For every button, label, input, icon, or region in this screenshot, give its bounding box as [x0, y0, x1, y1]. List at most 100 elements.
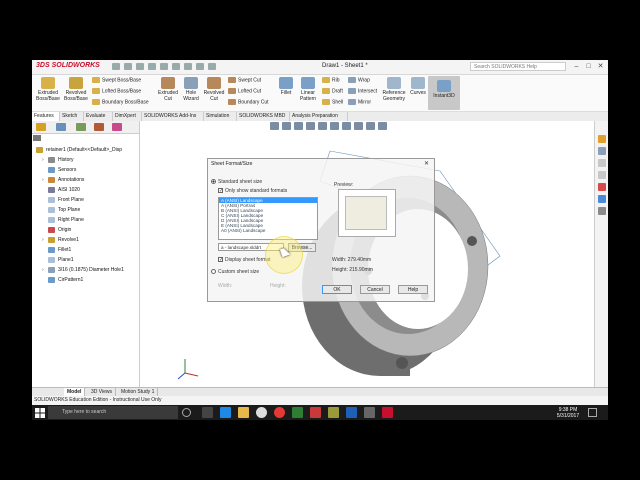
help-search-input[interactable]: Search SOLIDWORKS Help: [470, 62, 566, 71]
draft-button[interactable]: Draft: [322, 88, 343, 94]
standard-size-radio[interactable]: Standard sheet size: [211, 179, 262, 185]
file-explorer-icon[interactable]: [598, 159, 606, 167]
dialog-close-icon[interactable]: ✕: [424, 160, 429, 167]
notifications-icon[interactable]: [588, 408, 597, 417]
boundary-cut-button[interactable]: Boundary Cut: [228, 99, 269, 105]
tab-analysis-preparation[interactable]: Analysis Preparation: [290, 112, 348, 121]
microphone-icon[interactable]: [182, 408, 191, 417]
restore-icon[interactable]: □: [584, 62, 593, 71]
tab-features[interactable]: Features: [32, 112, 60, 121]
instant3d-button[interactable]: Instant3D: [428, 76, 460, 110]
linear-pattern-button[interactable]: Linear Pattern: [296, 77, 320, 102]
ok-button[interactable]: OK: [322, 285, 352, 294]
app-icon-2[interactable]: [328, 407, 339, 418]
view-palette-icon[interactable]: [598, 171, 606, 179]
app-icon[interactable]: [310, 407, 321, 418]
extruded-boss-button[interactable]: Extruded Boss/Base: [34, 77, 62, 102]
excel-icon[interactable]: [292, 407, 303, 418]
tree-item-hole1[interactable]: › 3/16 (0.1875) Diameter Hole1: [42, 265, 124, 275]
tab-evaluate[interactable]: Evaluate: [84, 112, 113, 121]
select-icon[interactable]: [184, 63, 192, 70]
swept-boss-button[interactable]: Swept Boss/Base: [92, 77, 141, 83]
tree-item-top-plane[interactable]: Top Plane: [42, 205, 80, 215]
shell-button[interactable]: Shell: [322, 99, 343, 105]
minimize-icon[interactable]: –: [572, 62, 581, 71]
tree-item-history[interactable]: › History: [42, 155, 74, 165]
options-icon[interactable]: [208, 63, 216, 70]
rib-button[interactable]: Rib: [322, 77, 340, 83]
design-library-icon[interactable]: [598, 147, 606, 155]
app-icon-3[interactable]: [364, 407, 375, 418]
task-view-icon[interactable]: [202, 407, 213, 418]
taskbar-search-input[interactable]: Type here to search: [48, 406, 178, 419]
wrap-button[interactable]: Wrap: [348, 77, 370, 83]
hole-wizard-button[interactable]: Hole Wizard: [180, 77, 202, 102]
curves-button[interactable]: Curves: [408, 77, 428, 96]
feature-manager-icon[interactable]: [36, 123, 46, 131]
open-icon[interactable]: [136, 63, 144, 70]
custom-properties-icon[interactable]: [598, 195, 606, 203]
new-icon[interactable]: [124, 63, 132, 70]
extruded-cut-button[interactable]: Extruded Cut: [154, 77, 182, 102]
print-icon[interactable]: [160, 63, 168, 70]
custom-height-field[interactable]: Height:: [270, 283, 286, 289]
configuration-manager-icon[interactable]: [76, 123, 86, 131]
tree-item-sensors[interactable]: Sensors: [42, 165, 76, 175]
chrome-icon[interactable]: [274, 407, 285, 418]
word-icon[interactable]: [346, 407, 357, 418]
dimxpert-manager-icon[interactable]: [94, 123, 104, 131]
sheet-option[interactable]: A0 (ANSI) Landscape: [219, 228, 317, 233]
tree-item-material[interactable]: AISI 1020: [42, 185, 80, 195]
rebuild-icon[interactable]: [196, 63, 204, 70]
solidworks-taskbar-icon[interactable]: [382, 407, 393, 418]
tab-dimxpert[interactable]: DimXpert: [113, 112, 142, 121]
forum-icon[interactable]: [598, 207, 606, 215]
media-player-icon[interactable]: [256, 407, 267, 418]
custom-width-field[interactable]: Width:: [218, 283, 232, 289]
list-scrollbar[interactable]: [317, 198, 318, 239]
save-icon[interactable]: [148, 63, 156, 70]
display-manager-icon[interactable]: [112, 123, 122, 131]
solidworks-resources-icon[interactable]: [598, 135, 606, 143]
tab-add-ins[interactable]: SOLIDWORKS Add-Ins: [142, 112, 204, 121]
reference-geometry-button[interactable]: Reference Geometry: [380, 77, 408, 102]
solidworks-logo[interactable]: 3DS SOLIDWORKS: [36, 62, 100, 69]
close-icon[interactable]: ✕: [596, 62, 605, 71]
filter-icon[interactable]: [33, 135, 41, 141]
tree-root[interactable]: retainer1 (Default<<Default>_Disp: [36, 145, 122, 155]
intersect-button[interactable]: Intersect: [348, 88, 377, 94]
lofted-cut-button[interactable]: Lofted Cut: [228, 88, 261, 94]
property-manager-icon[interactable]: [56, 123, 66, 131]
fillet-button[interactable]: Fillet: [276, 77, 296, 96]
tree-item-plane1[interactable]: Plane1: [42, 255, 74, 265]
file-explorer-taskbar-icon[interactable]: [238, 407, 249, 418]
appearances-icon[interactable]: [598, 183, 606, 191]
custom-size-radio[interactable]: Custom sheet size: [211, 269, 259, 275]
help-button[interactable]: Help: [398, 285, 428, 294]
tree-item-front-plane[interactable]: Front Plane: [42, 195, 84, 205]
boundary-boss-button[interactable]: Boundary Boss/Base: [92, 99, 149, 105]
tab-mbd[interactable]: SOLIDWORKS MBD: [237, 112, 290, 121]
tab-sketch[interactable]: Sketch: [60, 112, 84, 121]
cancel-button[interactable]: Cancel: [360, 285, 390, 294]
display-format-checkbox[interactable]: ✓ Display sheet format: [218, 257, 271, 263]
revolved-boss-button[interactable]: Revolved Boss/Base: [62, 77, 90, 102]
tab-simulation[interactable]: Simulation: [204, 112, 237, 121]
mirror-button[interactable]: Mirror: [348, 99, 371, 105]
lofted-boss-button[interactable]: Lofted Boss/Base: [92, 88, 141, 94]
tree-item-cirpattern1[interactable]: CirPattern1: [42, 275, 83, 285]
taskbar-clock[interactable]: 9:38 PM 5/31/2017: [553, 407, 583, 419]
tree-item-annotations[interactable]: › Annotations: [42, 175, 84, 185]
tree-item-fillet1[interactable]: Fillet1: [42, 245, 71, 255]
sheet-size-list[interactable]: A (ANSI) Landscape A (ANSI) Portrait B (…: [218, 197, 318, 240]
tree-item-revolve1[interactable]: › Revolve1: [42, 235, 79, 245]
revolved-cut-button[interactable]: Revolved Cut: [202, 77, 226, 102]
windows-start-icon[interactable]: [35, 408, 45, 418]
tree-item-right-plane[interactable]: Right Plane: [42, 215, 84, 225]
undo-icon[interactable]: [172, 63, 180, 70]
edge-icon[interactable]: [220, 407, 231, 418]
swept-cut-button[interactable]: Swept Cut: [228, 77, 261, 83]
home-icon[interactable]: [112, 63, 120, 70]
tree-item-origin[interactable]: Origin: [42, 225, 71, 235]
only-standard-checkbox[interactable]: ✓ Only show standard formats: [218, 188, 287, 194]
